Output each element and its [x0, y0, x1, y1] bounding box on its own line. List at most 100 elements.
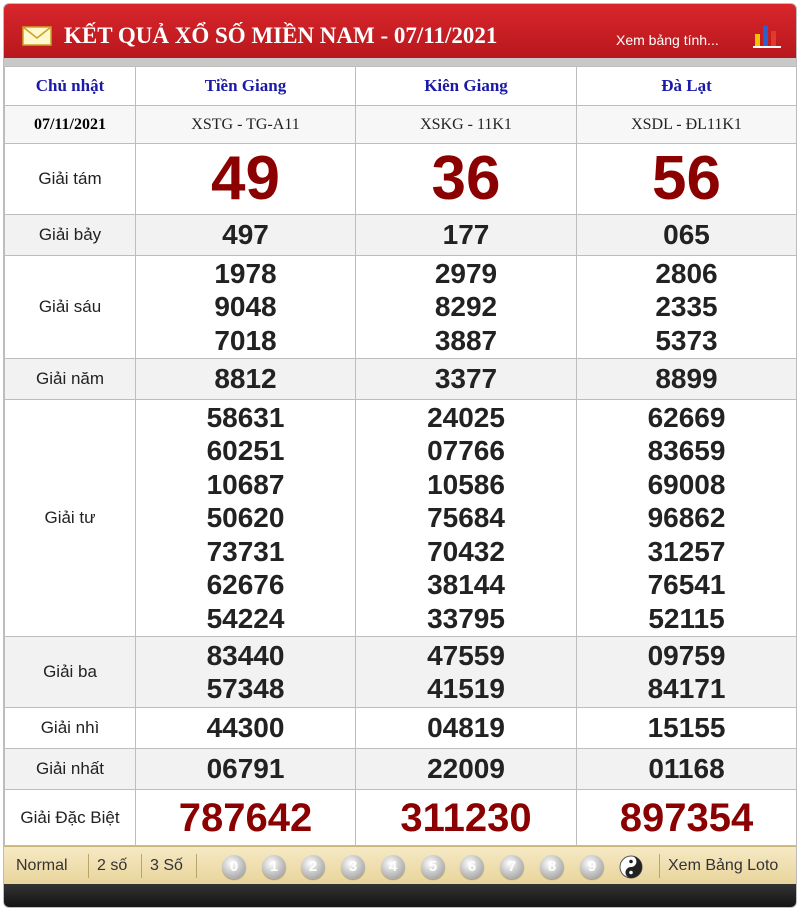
prize-number: 8292 — [434, 291, 498, 323]
prize-number: 50620 — [206, 502, 285, 534]
prize-row-fifth: Giải năm 8812 3377 8899 — [4, 358, 796, 400]
prize-label: Giải sáu — [4, 255, 136, 359]
digit-8-button[interactable]: 8 — [540, 855, 564, 879]
toolbar-divider — [141, 854, 142, 878]
prize-number: 24025 — [427, 401, 505, 433]
prize-row-special: Giải Đặc Biệt 787642 311230 897354 — [4, 789, 796, 846]
digit-4-button[interactable]: 4 — [381, 855, 405, 879]
prize-number: 10586 — [427, 468, 505, 500]
prize-label: Giải tư — [4, 399, 136, 637]
province-tien-giang[interactable]: Tiền Giang — [135, 66, 356, 106]
prize-number: 177 — [355, 214, 577, 256]
digit-2-button[interactable]: 2 — [301, 855, 325, 879]
prize-number: 69008 — [647, 468, 726, 500]
digit-9-button[interactable]: 9 — [580, 855, 604, 879]
prize-number: 065 — [576, 214, 796, 256]
prize-number: 73731 — [206, 535, 285, 567]
envelope-icon — [22, 26, 52, 46]
prize-label: Giải Đặc Biệt — [4, 789, 136, 846]
prize-label: Giải nhất — [4, 748, 136, 790]
prize-number: 83659 — [647, 435, 726, 467]
toolbar-divider — [659, 854, 660, 878]
prize-number: 01168 — [576, 748, 796, 790]
results-panel: KẾT QUẢ XỔ SỐ MIỀN NAM - 07/11/2021 Xem … — [3, 3, 797, 908]
prize-cell: 62669 83659 69008 96862 31257 76541 5211… — [576, 399, 796, 637]
prize-number: 7018 — [214, 324, 277, 356]
prize-number: 41519 — [427, 673, 505, 704]
special-prize-number: 897354 — [576, 789, 796, 846]
prize-number: 49 — [135, 143, 356, 215]
prize-number: 9048 — [214, 291, 277, 323]
prize-number: 3887 — [434, 324, 498, 356]
prize-number: 70432 — [427, 535, 505, 567]
prize-number: 96862 — [647, 502, 726, 534]
prize-number: 36 — [355, 143, 577, 215]
prize-number: 62669 — [647, 401, 726, 433]
prize-number: 2335 — [655, 291, 718, 323]
prize-number: 31257 — [647, 535, 726, 567]
prize-number: 8812 — [135, 358, 356, 400]
prize-cell: 47559 41519 — [355, 636, 577, 708]
prize-number: 60251 — [206, 435, 285, 467]
ticket-code: XSDL - ĐL11K1 — [576, 105, 796, 144]
bar-chart-icon[interactable] — [752, 22, 782, 48]
prize-number: 76541 — [647, 569, 726, 601]
prize-number: 497 — [135, 214, 356, 256]
prize-number: 8899 — [576, 358, 796, 400]
digit-3-button[interactable]: 3 — [341, 855, 365, 879]
prize-row-fourth: Giải tư 58631 60251 10687 50620 73731 62… — [4, 399, 796, 637]
prize-number: 56 — [576, 143, 796, 215]
province-header-row: Chủ nhật Tiền Giang Kiên Giang Đà Lạt — [4, 66, 796, 106]
prize-cell: 24025 07766 10586 75684 70432 38144 3379… — [355, 399, 577, 637]
prize-number: 62676 — [206, 569, 285, 601]
prize-cell: 83440 57348 — [135, 636, 356, 708]
prize-number: 04819 — [355, 707, 577, 749]
draw-date: 07/11/2021 — [4, 105, 136, 144]
day-label: Chủ nhật — [4, 66, 136, 106]
prize-number: 33795 — [427, 602, 505, 634]
digit-0-button[interactable]: 0 — [222, 855, 246, 879]
page-title: KẾT QUẢ XỔ SỐ MIỀN NAM - 07/11/2021 — [64, 23, 498, 48]
ticket-code: XSTG - TG-A11 — [135, 105, 356, 144]
prize-number: 5373 — [655, 324, 718, 356]
prize-label: Giải ba — [4, 636, 136, 708]
filter-toolbar: Normal 2 số 3 Số 0 1 2 3 4 5 6 7 8 9 Xem… — [4, 846, 796, 885]
province-da-lat[interactable]: Đà Lạt — [576, 66, 796, 106]
prize-cell: 2979 8292 3887 — [355, 255, 577, 359]
mode-2-digit-button[interactable]: 2 số — [97, 847, 127, 885]
prize-label: Giải bảy — [4, 214, 136, 256]
view-table-link[interactable]: Xem bảng tính... — [616, 31, 719, 49]
digit-7-button[interactable]: 7 — [500, 855, 524, 879]
prize-number: 1978 — [214, 257, 277, 289]
header-bar: KẾT QUẢ XỔ SỐ MIỀN NAM - 07/11/2021 Xem … — [4, 4, 796, 66]
mode-normal-button[interactable]: Normal — [16, 847, 68, 885]
prize-number: 47559 — [427, 639, 505, 671]
view-loto-table-link[interactable]: Xem Bảng Loto — [668, 847, 778, 885]
prize-row-seventh: Giải bảy 497 177 065 — [4, 214, 796, 256]
digit-5-button[interactable]: 5 — [421, 855, 445, 879]
results-table: Chủ nhật Tiền Giang Kiên Giang Đà Lạt 07… — [4, 66, 796, 846]
prize-number: 3377 — [355, 358, 577, 400]
special-prize-number: 787642 — [135, 789, 356, 846]
prize-number: 44300 — [135, 707, 356, 749]
province-kien-giang[interactable]: Kiên Giang — [355, 66, 577, 106]
bottom-bar — [4, 884, 796, 907]
prize-row-third: Giải ba 83440 57348 47559 41519 09759 84… — [4, 636, 796, 708]
prize-row-eighth: Giải tám 49 36 56 — [4, 143, 796, 215]
prize-number: 54224 — [206, 602, 285, 634]
digit-1-button[interactable]: 1 — [262, 855, 286, 879]
prize-cell: 58631 60251 10687 50620 73731 62676 5422… — [135, 399, 356, 637]
yin-yang-icon[interactable] — [619, 855, 643, 879]
ticket-code: XSKG - 11K1 — [355, 105, 577, 144]
prize-number: 22009 — [355, 748, 577, 790]
mode-3-digit-button[interactable]: 3 Số — [150, 847, 183, 885]
prize-label: Giải nhì — [4, 707, 136, 749]
digit-6-button[interactable]: 6 — [460, 855, 484, 879]
prize-label: Giải tám — [4, 143, 136, 215]
prize-number: 10687 — [206, 468, 285, 500]
prize-number: 07766 — [427, 435, 505, 467]
prize-number: 2979 — [434, 257, 498, 289]
prize-number: 84171 — [647, 673, 726, 704]
prize-number: 06791 — [135, 748, 356, 790]
prize-cell: 09759 84171 — [576, 636, 796, 708]
